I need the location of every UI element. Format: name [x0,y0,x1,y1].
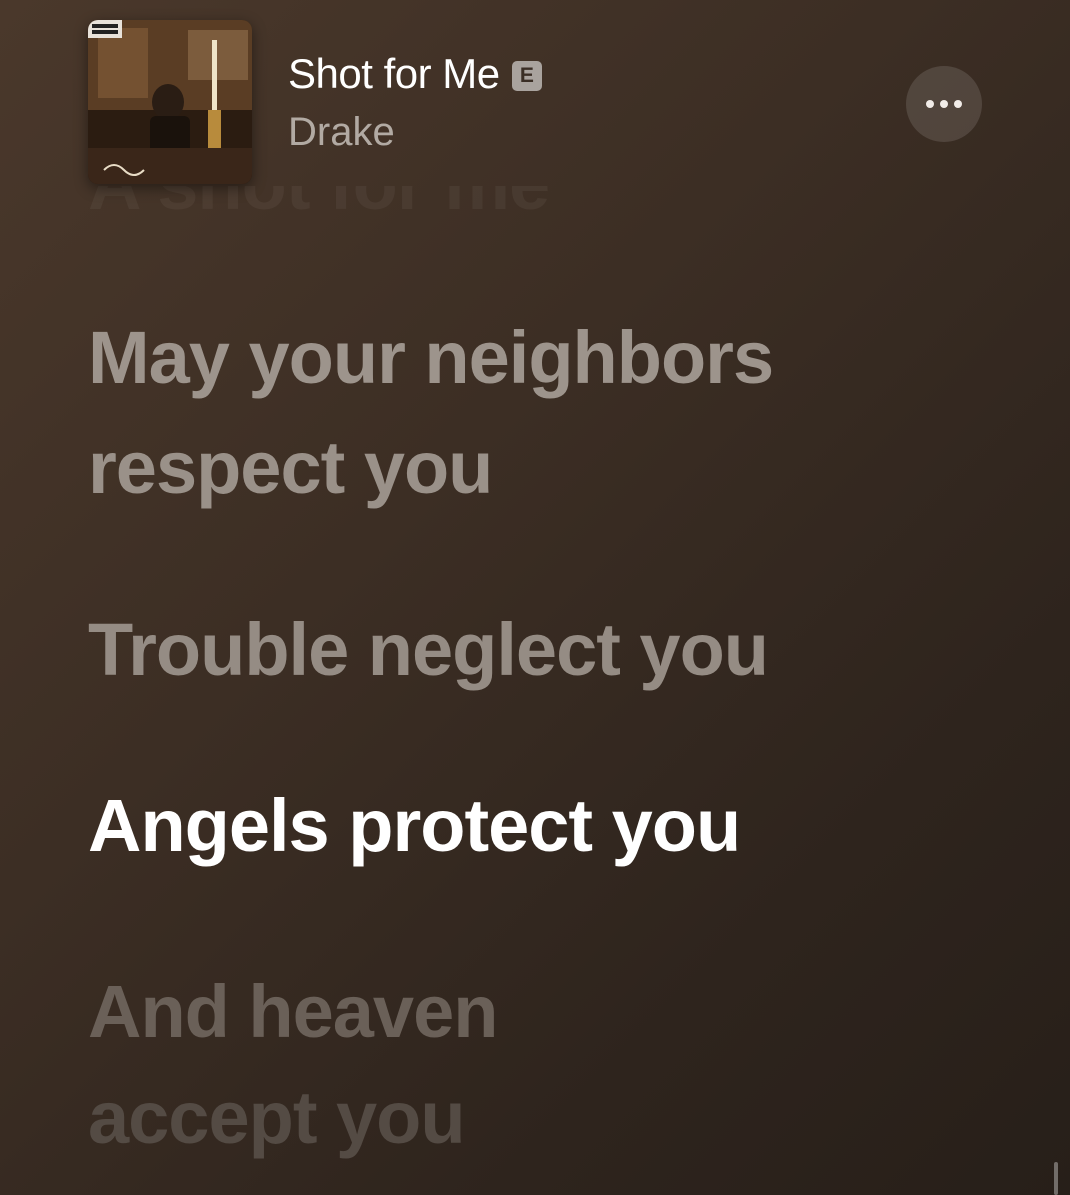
album-art[interactable] [88,20,252,184]
lyric-line[interactable]: accept you [88,1062,466,1174]
lyric-line[interactable]: May your neighbors [88,302,774,414]
ellipsis-icon-dot [940,100,948,108]
album-cover-take-care [88,20,252,184]
scroll-indicator[interactable] [1054,1162,1058,1195]
ellipsis-icon-dot [954,100,962,108]
song-title[interactable]: Shot for Me E [288,50,542,98]
ellipsis-icon [926,100,934,108]
explicit-badge: E [511,61,542,91]
lyric-line-active[interactable]: Angels protect you [88,770,741,882]
lyric-line[interactable]: Trouble neglect you [88,594,769,706]
lyric-line[interactable]: respect you [88,412,493,524]
artist-name[interactable]: Drake [288,110,395,155]
lyric-line[interactable]: And heaven [88,956,498,1068]
song-title-text: Shot for Me [288,50,500,97]
more-options-button[interactable] [906,66,982,142]
